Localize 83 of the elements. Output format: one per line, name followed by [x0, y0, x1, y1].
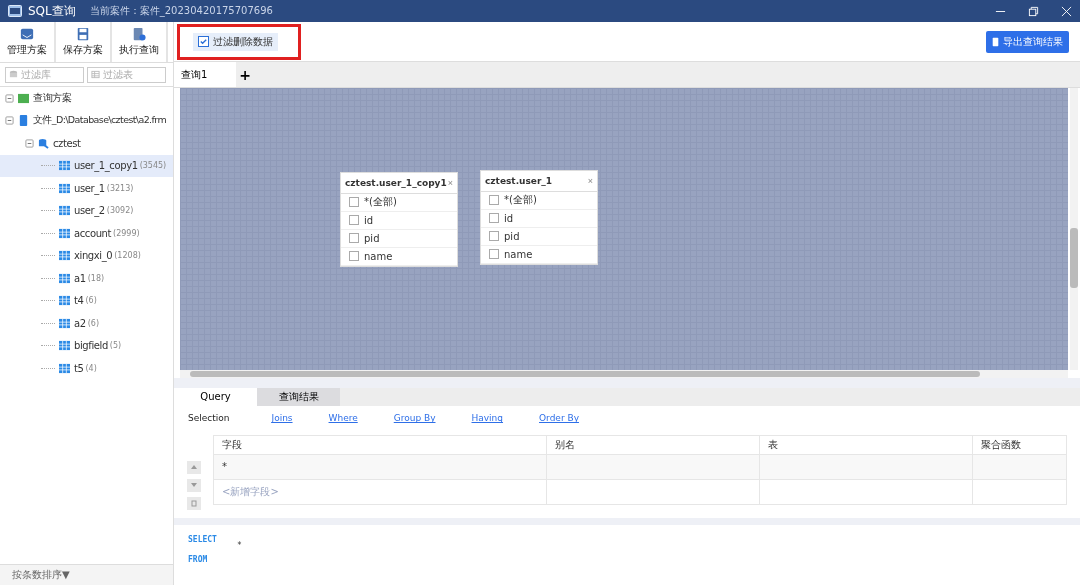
tree-item[interactable]: a1 (18): [0, 267, 173, 290]
delete-button[interactable]: [187, 496, 201, 510]
tree-item[interactable]: bigfield (5): [0, 334, 173, 357]
filter-field[interactable]: 过滤表: [87, 66, 166, 83]
table-icon: [59, 362, 70, 374]
clause-link[interactable]: Selection: [188, 413, 230, 424]
table-title: cztest.user_1_copy1: [345, 177, 447, 188]
table-icon: [59, 317, 70, 329]
tree-item[interactable]: 文件_D:\Database\cztest\a2.frm: [0, 109, 173, 132]
database-icon: [9, 70, 18, 79]
tree-item[interactable]: account (2999): [0, 222, 173, 245]
collapse-icon[interactable]: [5, 93, 14, 103]
move-up-button[interactable]: [187, 460, 201, 474]
tree-item[interactable]: t5 (4): [0, 357, 173, 380]
toolbar-button[interactable]: 保存方案: [56, 22, 112, 62]
clause-link[interactable]: Having: [471, 413, 504, 424]
add-tab-button[interactable]: +: [236, 62, 254, 87]
collapse-icon[interactable]: [5, 116, 14, 126]
table-cell: <新增字段>: [213, 479, 547, 505]
editor-tab[interactable]: 查询1: [174, 62, 236, 87]
column-header: 别名: [546, 435, 760, 455]
clause-link[interactable]: Joins: [271, 413, 293, 424]
export-button[interactable]: 导出查询结果: [986, 30, 1069, 53]
check-icon: [199, 37, 208, 47]
horizontal-scrollbar[interactable]: [180, 369, 1068, 378]
sql-keyword: FROM: [188, 555, 208, 564]
window-subtitle: 当前案件：案件_20230420175707696: [89, 4, 273, 18]
field-checkbox[interactable]: *(全部): [341, 193, 457, 212]
table-icon: [59, 160, 70, 172]
tree-item[interactable]: xingxi_0 (1208): [0, 244, 173, 267]
table-icon: [91, 70, 100, 79]
sql-keyword: SELECT: [188, 535, 217, 544]
field-checkbox[interactable]: name: [341, 247, 457, 266]
tree-item[interactable]: user_1_copy1 (3545): [0, 154, 173, 177]
sql-text: *: [236, 541, 242, 550]
field-checkbox[interactable]: id: [341, 211, 457, 230]
table-icon: [59, 250, 70, 262]
field-checkbox[interactable]: id: [481, 209, 597, 228]
trash-icon: [190, 499, 198, 508]
table-icon: [59, 227, 70, 239]
table-card[interactable]: cztest.user_1 × *(全部) id pid name: [480, 169, 598, 265]
close-button[interactable]: ×: [447, 177, 453, 188]
move-down-button[interactable]: [187, 478, 201, 492]
close-button[interactable]: ×: [587, 175, 593, 186]
floppy-icon: [76, 27, 90, 41]
column-header: 字段: [213, 435, 547, 455]
window-icon: [8, 5, 22, 17]
toolbar-button[interactable]: 管理方案: [0, 22, 56, 62]
up-triangle-icon: [190, 463, 198, 472]
tree-item[interactable]: user_1 (3213): [0, 177, 173, 200]
clause-link[interactable]: Order By: [539, 413, 579, 424]
window-title: SQL查询: [28, 2, 76, 20]
field-checkbox[interactable]: name: [481, 245, 597, 264]
tree-item[interactable]: 查询方案: [0, 87, 173, 110]
table-icon: [59, 182, 70, 194]
filter-deleted-checkbox[interactable]: 过滤删除数据: [193, 32, 278, 51]
field-checkbox[interactable]: pid: [481, 227, 597, 246]
table-icon: [59, 272, 70, 284]
table-icon: [59, 340, 70, 352]
table-cell: *: [213, 454, 547, 480]
clause-link[interactable]: Where: [328, 413, 358, 424]
filter-field[interactable]: 过滤库: [5, 66, 84, 83]
field-checkbox[interactable]: pid: [341, 229, 457, 248]
tree-item[interactable]: user_2 (3092): [0, 199, 173, 222]
table-title: cztest.user_1: [485, 175, 553, 186]
column-header: 表: [759, 435, 973, 455]
table-card[interactable]: cztest.user_1_copy1× *(全部) id pid name: [340, 171, 458, 267]
database-icon: [38, 137, 49, 149]
column-header: 聚合函数: [972, 435, 1067, 455]
close-icon[interactable]: [1061, 5, 1072, 17]
tree-item[interactable]: cztest: [0, 132, 173, 155]
restore-icon[interactable]: [1028, 5, 1039, 17]
tree-item[interactable]: t4 (6): [0, 289, 173, 312]
table-icon: [59, 295, 70, 307]
tree-item[interactable]: a2 (6): [0, 312, 173, 335]
toolbar-button[interactable]: 执行查询: [112, 22, 168, 62]
collapse-icon[interactable]: [25, 138, 34, 148]
tray-icon: [20, 27, 34, 41]
document-run-icon: [132, 27, 146, 41]
clause-link[interactable]: Group By: [393, 413, 436, 424]
table-icon: [59, 205, 70, 217]
vertical-scrollbar[interactable]: [1070, 87, 1078, 370]
field-checkbox[interactable]: *(全部): [481, 191, 597, 210]
